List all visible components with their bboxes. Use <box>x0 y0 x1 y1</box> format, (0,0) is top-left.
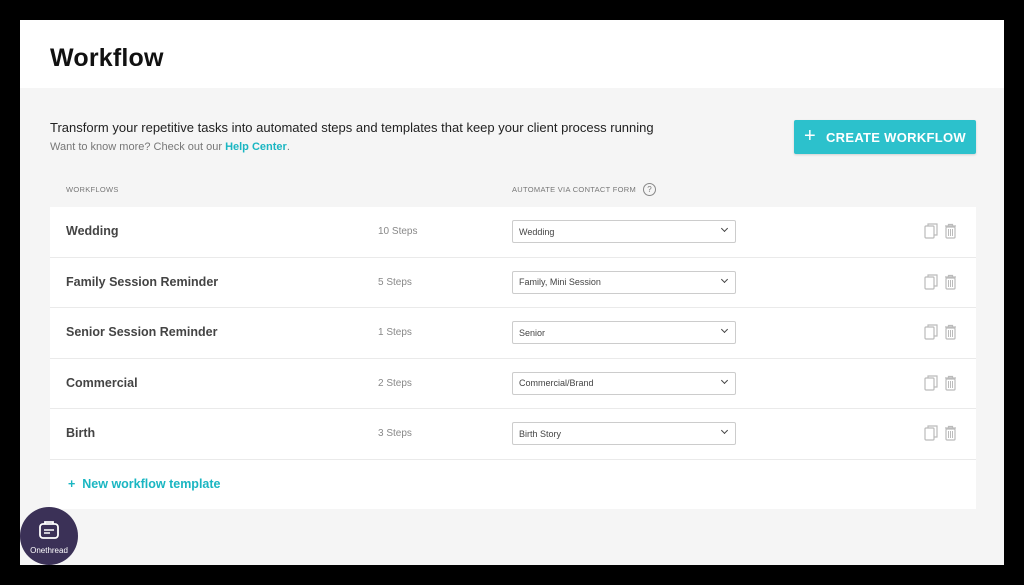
page-title: Workflow <box>50 43 164 72</box>
help-center-link[interactable]: Help Center <box>225 141 287 153</box>
contact-form-select[interactable]: Birth Story <box>512 422 736 445</box>
intro-sub-suffix: . <box>286 141 290 153</box>
workflow-name[interactable]: Wedding <box>66 224 119 238</box>
trash-icon[interactable] <box>944 425 957 446</box>
add-plus-icon: + <box>68 476 76 491</box>
contact-form-value: Commercial/Brand <box>519 378 594 388</box>
chevron-down-icon <box>720 325 729 334</box>
workflow-name[interactable]: Senior Session Reminder <box>66 325 217 339</box>
plus-icon: + <box>803 125 816 147</box>
contact-form-value: Birth Story <box>519 428 562 439</box>
workflow-row[interactable]: Senior Session Reminder 1 Steps Senior <box>50 308 976 359</box>
trash-icon[interactable] <box>944 324 957 345</box>
help-icon[interactable]: ? <box>643 183 656 196</box>
workflow-steps: 5 Steps <box>378 276 412 288</box>
contact-form-select[interactable]: Commercial/Brand <box>512 371 736 395</box>
chevron-down-icon <box>720 376 729 384</box>
workflow-steps: 2 Steps <box>378 377 412 389</box>
workflow-steps: 10 Steps <box>378 226 418 237</box>
intro-subtext: Want to know more? Check out our Help Ce… <box>50 141 654 153</box>
contact-form-value: Family, Mini Session <box>519 277 601 287</box>
contact-form-value: Senior <box>519 327 546 338</box>
chevron-down-icon <box>720 275 729 283</box>
trash-icon[interactable] <box>944 223 957 244</box>
copy-icon[interactable] <box>924 425 938 446</box>
chevron-down-icon <box>720 426 729 435</box>
workflow-name[interactable]: Commercial <box>66 376 138 390</box>
workflow-table: Wedding 10 Steps Wedding Family Session Rem… <box>50 207 976 509</box>
automate-column-header: AUTOMATE VIA CONTACT FORM <box>512 185 637 194</box>
workflow-row[interactable]: Family Session Reminder 5 Steps Family, Mi… <box>50 258 976 308</box>
workflow-row[interactable]: Birth 3 Steps Birth Story <box>50 409 976 460</box>
new-workflow-template-label: New workflow template <box>82 476 221 491</box>
trash-icon[interactable] <box>944 274 957 295</box>
create-workflow-button[interactable]: + CREATE WORKFLOW <box>794 120 976 154</box>
workflows-column-header: WORKFLOWS <box>66 185 119 194</box>
copy-icon[interactable] <box>924 324 938 345</box>
create-workflow-label: CREATE WORKFLOW <box>825 129 966 145</box>
intro-text: Transform your repetitive tasks into aut… <box>50 120 654 135</box>
logo-text: Onethread <box>30 545 68 555</box>
copy-icon[interactable] <box>924 273 938 295</box>
workflow-row[interactable]: Wedding 10 Steps Wedding <box>50 207 976 258</box>
contact-form-select[interactable]: Senior <box>512 321 736 344</box>
workflow-name[interactable]: Birth <box>66 426 95 440</box>
intro-section: Transform your repetitive tasks into aut… <box>50 120 654 153</box>
contact-form-select[interactable]: Wedding <box>512 220 736 243</box>
contact-form-select[interactable]: Family, Mini Session <box>512 270 736 294</box>
chevron-down-icon <box>720 224 729 233</box>
trash-icon[interactable] <box>944 375 957 396</box>
workflow-row[interactable]: Commercial 2 Steps Commercial/Brand <box>50 359 976 409</box>
copy-icon[interactable] <box>924 374 938 396</box>
intro-sub-prefix: Want to know more? Check out our <box>50 141 226 153</box>
new-workflow-template-link[interactable]: + New workflow template <box>68 477 221 491</box>
onethread-logo: Onethread <box>20 507 78 565</box>
new-template-row: + New workflow template <box>50 460 976 509</box>
workflow-name[interactable]: Family Session Reminder <box>66 275 218 289</box>
onethread-logo-icon <box>39 520 59 539</box>
app-frame: Workflow Transform your repetitive tasks… <box>20 20 1004 565</box>
page-header: Workflow <box>20 20 1004 88</box>
copy-icon[interactable] <box>924 223 938 244</box>
workflow-steps: 1 Steps <box>378 327 412 338</box>
contact-form-value: Wedding <box>519 226 555 237</box>
workflow-steps: 3 Steps <box>378 428 412 439</box>
